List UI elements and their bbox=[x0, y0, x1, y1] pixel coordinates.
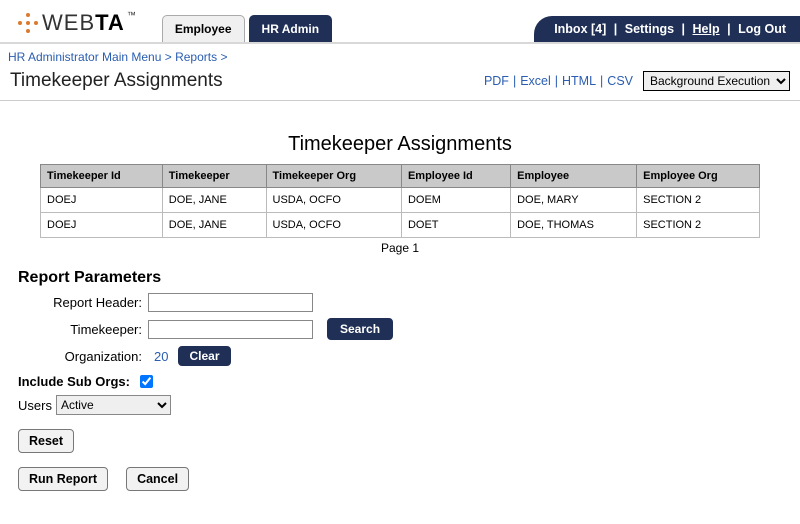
report-header-label: Report Header: bbox=[18, 295, 148, 310]
table-row: DOEJ DOE, JANE USDA, OCFO DOEM DOE, MARY… bbox=[41, 188, 760, 213]
col-timekeeper: Timekeeper bbox=[162, 165, 266, 188]
table-header-row: Timekeeper Id Timekeeper Timekeeper Org … bbox=[41, 165, 760, 188]
logo: WEBTA™ bbox=[18, 10, 137, 42]
param-timekeeper: Timekeeper: Search bbox=[18, 318, 782, 340]
col-timekeeper-id: Timekeeper Id bbox=[41, 165, 163, 188]
col-timekeeper-org: Timekeeper Org bbox=[266, 165, 401, 188]
export-pdf-link[interactable]: PDF bbox=[484, 74, 509, 88]
report-header-input[interactable] bbox=[148, 293, 313, 312]
table-row: DOEJ DOE, JANE USDA, OCFO DOET DOE, THOM… bbox=[41, 213, 760, 238]
param-organization: Organization: 20 Clear bbox=[18, 346, 782, 366]
include-sub-orgs-checkbox[interactable] bbox=[140, 375, 153, 388]
primary-tabs: Employee HR Admin bbox=[162, 15, 332, 42]
param-include-sub-orgs: Include Sub Orgs: bbox=[18, 372, 782, 391]
include-sub-orgs-label: Include Sub Orgs: bbox=[18, 374, 130, 389]
users-label: Users bbox=[18, 398, 52, 413]
breadcrumb-reports[interactable]: Reports bbox=[175, 50, 217, 64]
breadcrumb: HR Administrator Main Menu > Reports > bbox=[0, 44, 800, 68]
topbar-right: Inbox [4] | Settings | Help | Log Out bbox=[534, 16, 800, 42]
export-csv-link[interactable]: CSV bbox=[607, 74, 633, 88]
title-bar: Timekeeper Assignments PDF| Excel| HTML|… bbox=[0, 68, 800, 101]
cancel-button[interactable]: Cancel bbox=[126, 467, 189, 491]
breadcrumb-main-menu[interactable]: HR Administrator Main Menu bbox=[8, 50, 161, 64]
timekeeper-label: Timekeeper: bbox=[18, 322, 148, 337]
report-title: Timekeeper Assignments bbox=[18, 133, 782, 156]
col-employee-id: Employee Id bbox=[401, 165, 510, 188]
export-excel-link[interactable]: Excel bbox=[520, 74, 551, 88]
page-title: Timekeeper Assignments bbox=[10, 70, 223, 92]
tab-employee[interactable]: Employee bbox=[162, 15, 245, 42]
logo-text-2: TA bbox=[95, 10, 125, 35]
run-report-button[interactable]: Run Report bbox=[18, 467, 108, 491]
organization-label: Organization: bbox=[18, 349, 148, 364]
col-employee: Employee bbox=[511, 165, 637, 188]
export-links: PDF| Excel| HTML| CSV Background Executi… bbox=[484, 71, 790, 91]
organization-value: 20 bbox=[154, 349, 168, 364]
report-parameters-title: Report Parameters bbox=[18, 269, 782, 287]
timekeeper-input[interactable] bbox=[148, 320, 313, 339]
reset-button[interactable]: Reset bbox=[18, 429, 74, 453]
settings-link[interactable]: Settings bbox=[625, 22, 674, 36]
clear-button[interactable]: Clear bbox=[178, 346, 230, 366]
export-html-link[interactable]: HTML bbox=[562, 74, 596, 88]
background-execution-select[interactable]: Background Execution bbox=[643, 71, 790, 91]
param-report-header: Report Header: bbox=[18, 293, 782, 312]
col-employee-org: Employee Org bbox=[637, 165, 760, 188]
inbox-link[interactable]: Inbox [4] bbox=[554, 22, 606, 36]
logo-tm: ™ bbox=[127, 10, 137, 20]
search-button[interactable]: Search bbox=[327, 318, 393, 340]
logo-text-1: WEB bbox=[42, 10, 95, 35]
results-table: Timekeeper Id Timekeeper Timekeeper Org … bbox=[40, 164, 760, 238]
tab-hr-admin[interactable]: HR Admin bbox=[249, 15, 333, 42]
logout-link[interactable]: Log Out bbox=[738, 22, 786, 36]
pager: Page 1 bbox=[18, 238, 782, 265]
app-header: WEBTA™ Employee HR Admin Inbox [4] | Set… bbox=[0, 0, 800, 44]
help-link[interactable]: Help bbox=[693, 22, 720, 36]
content-area: Timekeeper Assignments Timekeeper Id Tim… bbox=[0, 101, 800, 501]
param-users: Users Active bbox=[18, 395, 782, 415]
logo-dots-icon bbox=[18, 13, 38, 33]
users-select[interactable]: Active bbox=[56, 395, 171, 415]
